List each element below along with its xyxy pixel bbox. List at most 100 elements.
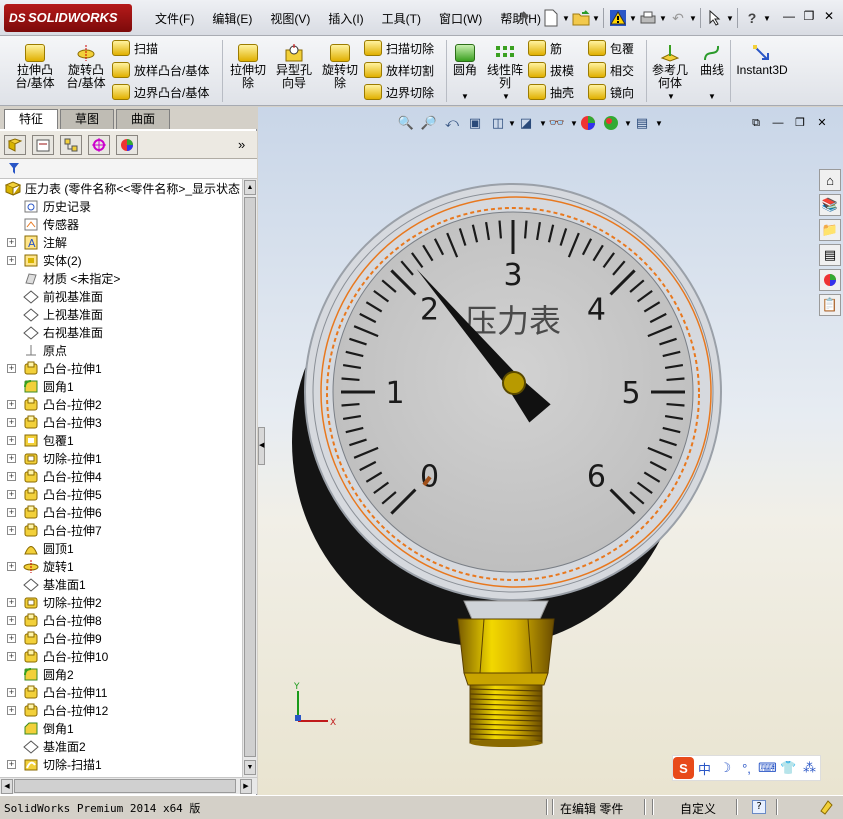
menu-window[interactable]: 窗口(W) <box>430 10 491 28</box>
instant3d-button[interactable]: Instant3D <box>734 44 790 77</box>
tree-row[interactable]: 倒角1 <box>0 719 240 737</box>
help-question-icon[interactable]: ? <box>741 6 763 30</box>
view-palette-icon[interactable]: ▤ <box>819 244 841 266</box>
home-icon[interactable]: ⌂ <box>819 169 841 191</box>
reference-dropdown-arrow[interactable]: ▼ <box>667 92 675 101</box>
expand-panel-icon[interactable]: » <box>238 137 245 152</box>
tree-row[interactable]: + 凸台-拉伸3 <box>0 413 240 431</box>
expand-toggle-icon[interactable]: + <box>7 507 16 517</box>
expand-toggle-icon[interactable]: + <box>7 525 16 535</box>
filter-icon[interactable] <box>8 162 20 178</box>
menu-tools[interactable]: 工具(T) <box>373 10 430 28</box>
boundary-cut-button[interactable]: 边界切除 <box>364 82 434 102</box>
expand-toggle-icon[interactable]: + <box>7 237 16 247</box>
tree-row[interactable]: + 凸台-拉伸2 <box>0 395 240 413</box>
tab-sketch[interactable]: 草图 <box>60 109 114 129</box>
tree-row[interactable]: 材质 <未指定> <box>0 269 240 287</box>
tree-row[interactable]: + 凸台-拉伸12 <box>0 701 240 719</box>
status-help-icon[interactable]: ? <box>752 800 766 814</box>
tree-row[interactable]: + 实体(2) <box>0 251 240 269</box>
punctuation-icon[interactable]: °, <box>736 757 757 779</box>
chevron-down-icon[interactable]: ▼ <box>508 119 516 128</box>
tree-row[interactable]: 圆角1 <box>0 377 240 395</box>
menu-file[interactable]: 文件(F) <box>146 10 203 28</box>
chevron-down-icon[interactable]: ▼ <box>629 14 637 23</box>
expand-toggle-icon[interactable]: + <box>7 417 16 427</box>
new-document-icon[interactable] <box>540 6 562 30</box>
expand-toggle-icon[interactable]: + <box>7 759 16 769</box>
tree-row[interactable]: 基准面1 <box>0 575 240 593</box>
tree-row[interactable]: 前视基准面 <box>0 287 240 305</box>
extrude-cut-button[interactable]: 拉伸切 除 <box>226 44 270 90</box>
tree-row[interactable]: + A 注解 <box>0 233 240 251</box>
tree-row[interactable]: + 切除-拉伸2 <box>0 593 240 611</box>
scroll-left-icon[interactable]: ◀ <box>1 779 13 794</box>
tree-row[interactable]: + 凸台-拉伸8 <box>0 611 240 629</box>
tree-row[interactable]: + 凸台-拉伸6 <box>0 503 240 521</box>
scroll-up-icon[interactable]: ▲ <box>244 180 256 195</box>
expand-toggle-icon[interactable]: + <box>7 651 16 661</box>
tab-features[interactable]: 特征 <box>4 109 58 129</box>
mirror-button[interactable]: 镜向 <box>588 82 634 102</box>
rebuild-warning-icon[interactable] <box>607 6 629 30</box>
configuration-manager-icon[interactable] <box>60 135 82 155</box>
menu-view[interactable]: 视图(V) <box>261 10 319 28</box>
view-settings-icon[interactable]: ▤ <box>632 113 652 133</box>
sweep-button[interactable]: 扫描 <box>112 38 158 58</box>
zoom-to-area-icon[interactable]: 🔎 <box>419 113 439 133</box>
tree-row[interactable]: 历史记录 <box>0 197 240 215</box>
graphics-area[interactable]: 0123456 压力表 Y X 🔍 🔎 ⤺ ▣ ◫ ▼ ◪ ▼ 👓 <box>258 107 843 795</box>
design-library-icon[interactable]: 📚 <box>819 194 841 216</box>
select-arrow-icon[interactable] <box>704 6 726 30</box>
tree-row[interactable]: 传感器 <box>0 215 240 233</box>
pressure-gauge-model[interactable]: 0123456 压力表 Y X <box>258 107 843 795</box>
revolve-boss-button[interactable]: 旋转凸 台/基体 <box>62 44 110 90</box>
appearances-icon[interactable] <box>819 269 841 291</box>
chevron-down-icon[interactable]: ▼ <box>539 119 547 128</box>
chevron-down-icon[interactable]: ▼ <box>562 14 570 23</box>
reference-geometry-button[interactable]: 参考几 何体 <box>650 44 690 90</box>
curves-button[interactable]: 曲线 <box>696 44 728 77</box>
close-icon[interactable]: ✕ <box>811 115 833 131</box>
loft-cut-button[interactable]: 放样切割 <box>364 60 434 80</box>
tree-row[interactable]: 基准面2 <box>0 737 240 755</box>
chevron-down-icon[interactable]: ▼ <box>659 14 667 23</box>
solidworks-logo[interactable]: DS SOLIDWORKS <box>4 4 132 32</box>
chevron-down-icon[interactable]: ▼ <box>763 14 771 23</box>
chevron-down-icon[interactable]: ▼ <box>655 119 663 128</box>
tree-row[interactable]: 原点 <box>0 341 240 359</box>
extrude-boss-button[interactable]: 拉伸凸 台/基体 <box>10 44 60 90</box>
custom-properties-icon[interactable]: 📋 <box>819 294 841 316</box>
scroll-right-icon[interactable]: ▶ <box>240 779 252 794</box>
vertical-scrollbar[interactable]: ▲ ▼ <box>242 179 257 777</box>
tree-row[interactable]: 右视基准面 <box>0 323 240 341</box>
tree-root-part[interactable]: 压力表 (零件名称<<零件名称>_显示状态 <box>0 179 242 197</box>
chevron-down-icon[interactable]: ▼ <box>570 119 578 128</box>
expand-toggle-icon[interactable]: + <box>7 615 16 625</box>
tree-row[interactable]: + 切除-拉伸1 <box>0 449 240 467</box>
expand-toggle-icon[interactable]: + <box>7 489 16 499</box>
restore-icon[interactable]: ❐ <box>789 115 811 131</box>
undo-icon[interactable]: ↶ <box>667 6 689 30</box>
intersect-button[interactable]: 相交 <box>588 60 634 80</box>
sweep-cut-button[interactable]: 扫描切除 <box>364 38 434 58</box>
expand-toggle-icon[interactable]: + <box>7 363 16 373</box>
apply-scene-icon[interactable] <box>601 113 621 133</box>
expand-toggle-icon[interactable]: + <box>7 399 16 409</box>
expand-toggle-icon[interactable]: + <box>7 561 16 571</box>
status-units[interactable]: 自定义 <box>680 800 716 817</box>
dimxpert-icon[interactable] <box>88 135 110 155</box>
linear-pattern-button[interactable]: 线性阵 列 <box>484 44 526 90</box>
tree-row[interactable]: + 包覆1 <box>0 431 240 449</box>
toolbox-icon[interactable]: ⁂ <box>799 757 820 779</box>
menu-edit[interactable]: 编辑(E) <box>203 10 261 28</box>
chevron-down-icon[interactable]: ▼ <box>624 119 632 128</box>
expand-toggle-icon[interactable]: + <box>7 471 16 481</box>
open-folder-icon[interactable] <box>570 6 592 30</box>
tree-row[interactable]: + 凸台-拉伸7 <box>0 521 240 539</box>
tree-row[interactable]: 圆角2 <box>0 665 240 683</box>
tab-surface[interactable]: 曲面 <box>116 109 170 129</box>
display-manager-icon[interactable] <box>116 135 138 155</box>
rib-button[interactable]: 筋 <box>528 38 562 58</box>
zoom-to-fit-icon[interactable]: 🔍 <box>396 113 416 133</box>
